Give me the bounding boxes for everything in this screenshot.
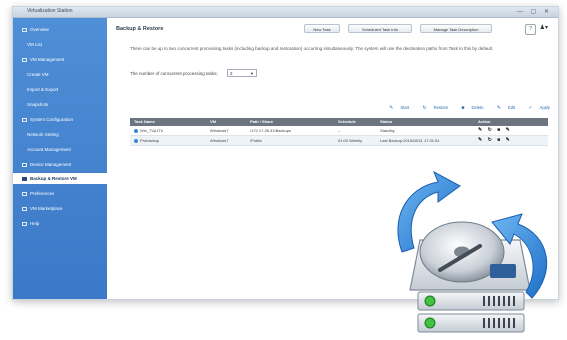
overview-icon — [22, 27, 27, 32]
delete-action[interactable]: ■ Delete — [455, 105, 483, 111]
action-bar: ✎ Start ↻ Restore ■ Delete ✎ Edit ✓ Apply — [377, 105, 550, 111]
window-controls[interactable]: — ▢ ✕ — [517, 8, 552, 15]
table-row[interactable]: Probackup Windows7 /Public 01:00 Weekly … — [130, 136, 548, 146]
restore-action[interactable]: ↻ Restore — [416, 105, 448, 111]
sidebar-item-system-configuration[interactable]: System Configuration — [13, 114, 107, 125]
backup-icon — [22, 176, 27, 181]
sidebar-item-overview[interactable]: Overview — [13, 24, 107, 35]
sidebar-item-network-setting[interactable]: Network Setting — [13, 129, 107, 140]
sidebar: Overview VM List VM Management Create VM… — [13, 18, 107, 299]
start-action[interactable]: ✎ Start — [383, 105, 409, 111]
scheduled-task-button[interactable]: Scheduled Task Info — [348, 24, 412, 33]
task-table: Task Name VM Path / Share Schedule Statu… — [130, 118, 548, 146]
sidebar-item-snapshots[interactable]: Snapshots — [13, 99, 107, 110]
column-header[interactable]: Schedule — [334, 118, 376, 126]
vent-grill-icon — [483, 318, 515, 328]
page-title: Backup & Restore — [116, 26, 164, 32]
sidebar-item-vm-list[interactable]: VM List — [13, 39, 107, 50]
sidebar-item-preferences[interactable]: Preferences — [13, 188, 107, 199]
column-header[interactable]: Status — [376, 118, 474, 126]
sidebar-item-vm-marketplace[interactable]: VM Marketplace — [13, 203, 107, 214]
apply-icon: ✓ — [528, 105, 533, 111]
apply-action[interactable]: ✓ Apply — [522, 105, 550, 111]
row-actions[interactable]: ✎ ↻ ■ ✎ — [474, 126, 548, 135]
edit-icon: ✎ — [496, 105, 501, 111]
window-title: Virtualization Station — [27, 8, 73, 14]
device-management-icon — [22, 162, 27, 167]
row-actions[interactable]: ✎ ↻ ■ ✎ — [474, 136, 548, 145]
manage-task-button[interactable]: Manage Task Description — [420, 24, 492, 33]
sidebar-item-device-management[interactable]: Device Management — [13, 159, 107, 170]
concurrent-tasks-select[interactable]: 2 ▾ — [227, 69, 257, 77]
delete-icon: ■ — [461, 105, 465, 111]
sidebar-item-backup-restore[interactable]: Backup & Restore VM — [13, 173, 107, 184]
marketplace-icon — [22, 206, 27, 211]
concurrent-tasks-label: The number of concurrent processing task… — [130, 71, 218, 76]
backup-drive-illustration — [397, 170, 548, 333]
drive-label — [490, 264, 516, 278]
column-header[interactable]: Path / Share — [246, 118, 334, 126]
status-light-icon — [424, 295, 436, 307]
status-dot-icon — [134, 138, 138, 143]
preferences-icon — [22, 191, 27, 196]
user-menu-icon[interactable]: ♟▾ — [540, 24, 548, 31]
sidebar-item-import-export[interactable]: Import & Export — [13, 84, 107, 95]
sidebar-item-account-management[interactable]: Account Management — [13, 144, 107, 155]
status-light-icon — [424, 317, 436, 329]
help-icon — [22, 221, 27, 226]
column-header[interactable]: Action — [474, 118, 548, 126]
column-header[interactable]: Task Name — [130, 118, 206, 126]
help-button[interactable]: ? — [525, 24, 536, 35]
chevron-down-icon: ▾ — [250, 71, 253, 76]
restore-icon: ↻ — [422, 105, 427, 111]
table-header: Task Name VM Path / Share Schedule Statu… — [130, 118, 548, 126]
vm-management-icon — [22, 57, 27, 62]
new-task-button[interactable]: New Task — [304, 24, 340, 33]
system-configuration-icon — [22, 117, 27, 122]
status-dot-icon — [134, 128, 138, 133]
sidebar-item-vm-management[interactable]: VM Management — [13, 54, 107, 65]
sidebar-item-help[interactable]: Help — [13, 218, 107, 229]
title-bar: Virtualization Station — ▢ ✕ — [13, 7, 558, 18]
column-header[interactable]: VM — [206, 118, 246, 126]
table-row[interactable]: Win_7Vp1Tk Windows7 \172.17.28.31\Backup… — [130, 126, 548, 136]
edit-action[interactable]: ✎ Edit — [491, 105, 515, 111]
description-text: There can be up to two concurrent proces… — [130, 46, 494, 51]
start-icon: ✎ — [389, 105, 394, 111]
vent-grill-icon — [483, 296, 515, 306]
sidebar-item-create-vm[interactable]: Create VM — [13, 69, 107, 80]
